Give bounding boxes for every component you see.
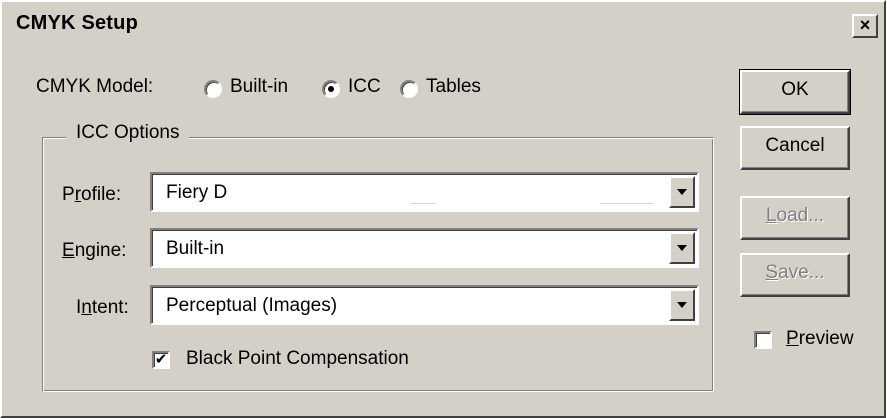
engine-value: Built-in	[166, 238, 225, 259]
save-button[interactable]: Save...	[740, 253, 850, 297]
radio-built-in-label[interactable]: Built-in	[230, 76, 288, 98]
profile-select[interactable]: Fiery D	[150, 172, 699, 212]
profile-label: Profile:	[62, 184, 122, 205]
radio-tables-label[interactable]: Tables	[426, 76, 481, 98]
close-icon[interactable]: ×	[852, 14, 878, 38]
chevron-down-icon[interactable]	[669, 176, 695, 208]
black-point-label[interactable]: Black Point Compensation	[186, 348, 409, 370]
intent-value: Perceptual (Images)	[166, 295, 338, 316]
text-artifact	[600, 203, 654, 204]
title-bar[interactable]: CMYK Setup ×	[4, 4, 882, 46]
chevron-down-icon[interactable]	[669, 232, 695, 264]
cancel-button[interactable]: Cancel	[740, 126, 850, 170]
chevron-down-icon[interactable]	[669, 289, 695, 321]
radio-tables[interactable]	[400, 80, 418, 98]
preview-label[interactable]: Preview	[786, 328, 854, 350]
intent-label: Intent:	[76, 297, 129, 318]
intent-select[interactable]: Perceptual (Images)	[150, 285, 699, 325]
radio-icc[interactable]	[322, 80, 340, 98]
cmyk-setup-dialog: CMYK Setup × CMYK Model: Built-in ICC Ta…	[0, 0, 886, 418]
black-point-checkbox[interactable]: ✔	[152, 351, 170, 369]
radio-icc-label[interactable]: ICC	[348, 76, 381, 98]
ok-button[interactable]: OK	[739, 69, 851, 115]
preview-checkbox[interactable]	[754, 331, 772, 349]
engine-select[interactable]: Built-in	[150, 228, 699, 268]
icc-options-title: ICC Options	[66, 122, 190, 144]
radio-built-in[interactable]	[204, 80, 222, 98]
cmyk-model-label: CMYK Model:	[36, 76, 154, 97]
window-title: CMYK Setup	[16, 12, 138, 34]
profile-value: Fiery D	[166, 182, 228, 203]
engine-label: Engine:	[62, 240, 127, 261]
load-button[interactable]: Load...	[740, 196, 850, 240]
text-artifact	[410, 203, 436, 204]
